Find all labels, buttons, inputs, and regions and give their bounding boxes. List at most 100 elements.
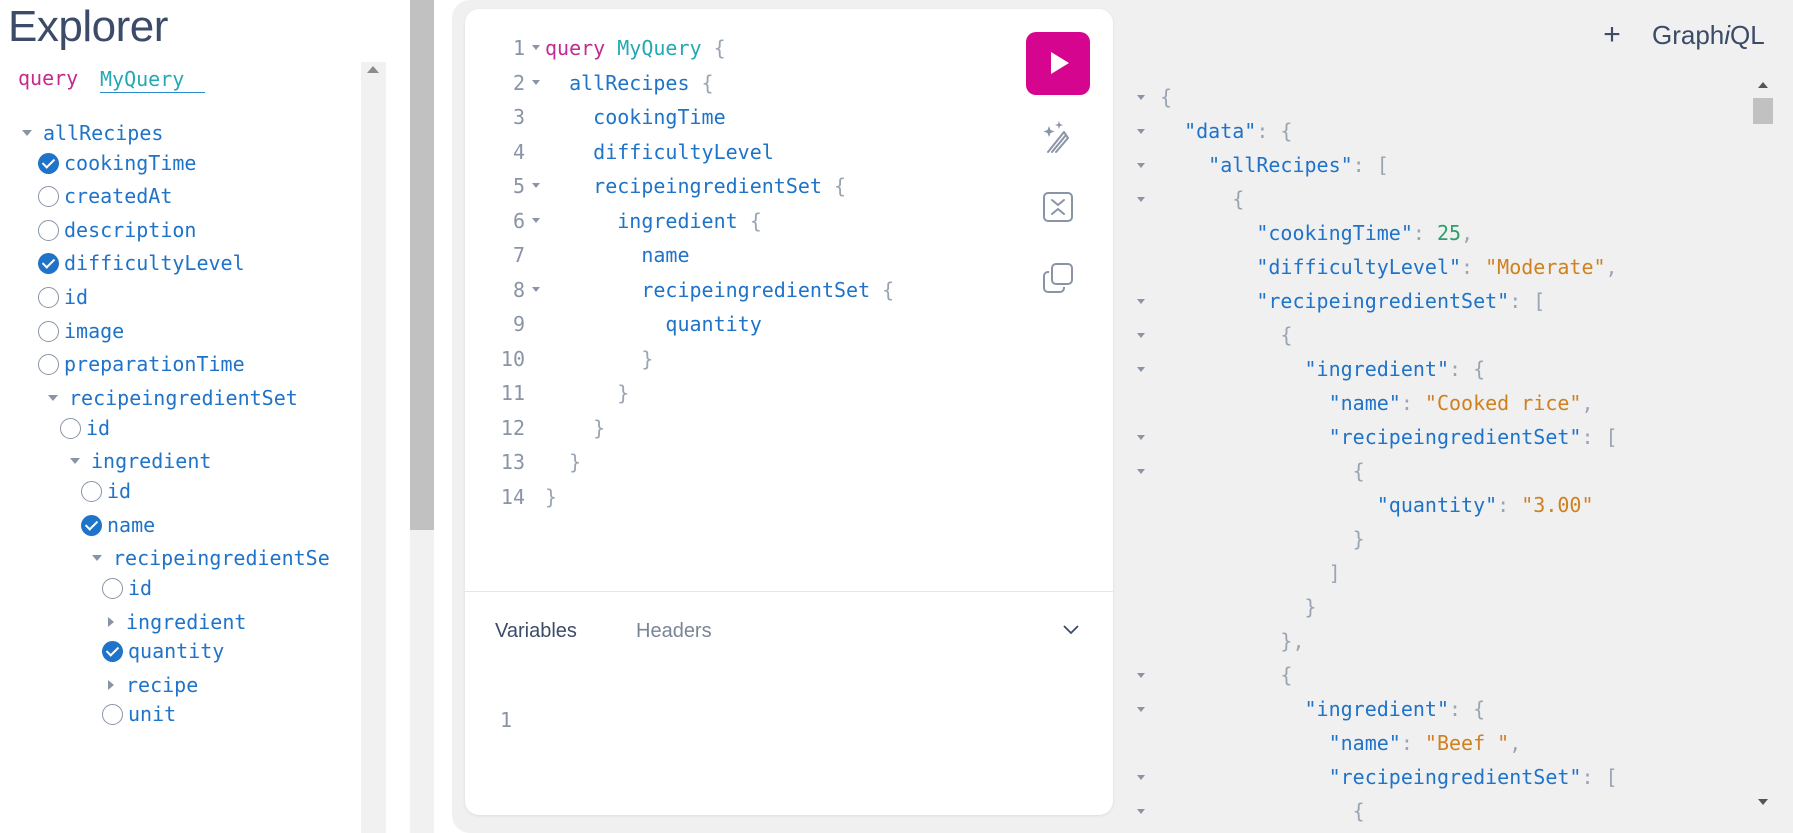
unchecked-circle-icon[interactable] — [81, 480, 102, 502]
query-line[interactable]: 8 recipeingredientSet { — [485, 275, 1045, 305]
checked-circle-icon[interactable] — [102, 640, 123, 662]
fold-arrow-icon[interactable] — [1137, 673, 1145, 678]
code-token: } — [545, 450, 582, 474]
fold-arrow-icon[interactable] — [1137, 129, 1145, 134]
result-token: : [ — [1352, 153, 1389, 177]
fold-arrow-icon[interactable] — [1137, 809, 1145, 814]
explorer-field-label: description — [64, 218, 197, 242]
checked-circle-icon[interactable] — [38, 152, 59, 174]
fold-arrow-icon[interactable] — [1137, 707, 1145, 712]
result-token: , — [1581, 391, 1594, 415]
caret-down-icon[interactable] — [48, 395, 58, 401]
unchecked-circle-icon[interactable] — [38, 353, 59, 375]
result-token: 25 — [1436, 221, 1462, 245]
explorer-field-ingredient[interactable]: ingredient — [70, 446, 211, 476]
pane-resize-handle[interactable] — [410, 0, 434, 833]
logo-prefix: Graph — [1652, 20, 1725, 50]
prettify-icon[interactable] — [1039, 118, 1077, 156]
explorer-field-recipe[interactable]: recipe — [106, 670, 198, 700]
unchecked-circle-icon[interactable] — [38, 219, 59, 241]
unchecked-circle-icon[interactable] — [38, 320, 59, 342]
explorer-scrollbar[interactable] — [361, 62, 386, 833]
fold-arrow-icon[interactable] — [1137, 469, 1145, 474]
query-line[interactable]: 12 } — [485, 413, 1045, 443]
query-line[interactable]: 3 cookingTime — [485, 102, 1045, 132]
fold-arrow-icon[interactable] — [1137, 299, 1145, 304]
query-line[interactable]: 10 } — [485, 344, 1045, 374]
code-token: name — [545, 243, 690, 267]
caret-right-icon[interactable] — [108, 680, 114, 690]
fold-arrow-icon[interactable] — [532, 217, 540, 223]
logo-suffix: QL — [1730, 20, 1765, 50]
fold-arrow-icon[interactable] — [1137, 775, 1145, 780]
query-line[interactable]: 1 query MyQuery { — [485, 33, 1045, 63]
explorer-field-description[interactable]: description — [38, 215, 196, 245]
explorer-field-allRecipes[interactable]: allRecipes — [22, 118, 163, 148]
query-line[interactable]: 5 recipeingredientSet { — [485, 171, 1045, 201]
explorer-field-preparationTime[interactable]: preparationTime — [38, 349, 245, 379]
scroll-up-arrow-icon[interactable] — [367, 66, 379, 73]
unchecked-circle-icon[interactable] — [38, 185, 59, 207]
caret-down-icon[interactable] — [22, 130, 32, 136]
fold-arrow-icon[interactable] — [1137, 95, 1145, 100]
result-scroll-thumb[interactable] — [1753, 98, 1773, 124]
copy-query-icon[interactable] — [1039, 259, 1077, 297]
result-token: "data" — [1160, 119, 1257, 143]
explorer-field-ingredient[interactable]: ingredient — [106, 607, 246, 637]
explorer-field-id[interactable]: id — [60, 413, 110, 443]
explorer-field-cookingTime[interactable]: cookingTime — [38, 148, 196, 178]
unchecked-circle-icon[interactable] — [102, 577, 123, 599]
fold-arrow-icon[interactable] — [532, 79, 540, 85]
explorer-field-quantity[interactable]: quantity — [102, 636, 224, 666]
result-token: } — [1160, 527, 1365, 551]
result-token: ] — [1160, 561, 1341, 585]
query-line[interactable]: 14} — [485, 482, 1045, 512]
splitter-scroll-thumb[interactable] — [410, 0, 434, 530]
operation-name-input[interactable] — [100, 65, 205, 93]
fold-arrow-icon[interactable] — [532, 183, 540, 188]
explorer-field-id[interactable]: id — [102, 573, 152, 603]
line-number: 8 — [512, 277, 525, 302]
fold-arrow-icon[interactable] — [1137, 333, 1145, 338]
add-tab-button[interactable]: + — [1598, 18, 1626, 52]
unchecked-circle-icon[interactable] — [60, 417, 81, 439]
result-token: { — [1160, 459, 1365, 483]
caret-down-icon[interactable] — [70, 458, 80, 464]
tab-variables[interactable]: Variables — [495, 620, 577, 643]
unchecked-circle-icon[interactable] — [38, 286, 59, 308]
explorer-field-unit[interactable]: unit — [102, 699, 176, 729]
scroll-down-arrow-icon[interactable] — [1758, 799, 1768, 805]
query-line[interactable]: 11 } — [485, 378, 1045, 408]
explorer-field-id[interactable]: id — [38, 282, 88, 312]
explorer-field-recipeingredientSe[interactable]: recipeingredientSe — [92, 543, 330, 573]
query-line[interactable]: 13 } — [485, 447, 1045, 477]
caret-down-icon[interactable] — [92, 555, 102, 561]
checked-circle-icon[interactable] — [81, 514, 102, 536]
explorer-field-recipeingredientSet[interactable]: recipeingredientSet — [48, 383, 298, 413]
explorer-field-createdAt[interactable]: createdAt — [38, 181, 172, 211]
query-line[interactable]: 9 quantity — [485, 309, 1045, 339]
run-query-button[interactable] — [1026, 32, 1090, 95]
fold-arrow-icon[interactable] — [1137, 197, 1145, 202]
scroll-up-arrow-icon[interactable] — [1758, 82, 1768, 88]
explorer-field-name[interactable]: name — [81, 510, 155, 540]
chevron-down-icon[interactable] — [1063, 622, 1079, 638]
fold-arrow-icon[interactable] — [1137, 163, 1145, 168]
query-line[interactable]: 7 name — [485, 240, 1045, 270]
fold-arrow-icon[interactable] — [1137, 435, 1145, 440]
unchecked-circle-icon[interactable] — [102, 703, 123, 725]
checked-circle-icon[interactable] — [38, 252, 59, 274]
fold-arrow-icon[interactable] — [532, 45, 540, 50]
tab-headers[interactable]: Headers — [636, 620, 712, 643]
fold-arrow-icon[interactable] — [1137, 367, 1145, 372]
explorer-field-image[interactable]: image — [38, 316, 124, 346]
query-line[interactable]: 4 difficultyLevel — [485, 137, 1045, 167]
merge-fragments-icon[interactable] — [1039, 188, 1077, 226]
explorer-field-id[interactable]: id — [81, 476, 131, 506]
fold-arrow-icon[interactable] — [532, 286, 540, 292]
query-line[interactable]: 2 allRecipes { — [485, 68, 1045, 98]
query-line[interactable]: 6 ingredient { — [485, 206, 1045, 236]
caret-right-icon[interactable] — [108, 617, 114, 627]
code-token: query — [545, 36, 618, 60]
explorer-field-difficultyLevel[interactable]: difficultyLevel — [38, 248, 245, 278]
